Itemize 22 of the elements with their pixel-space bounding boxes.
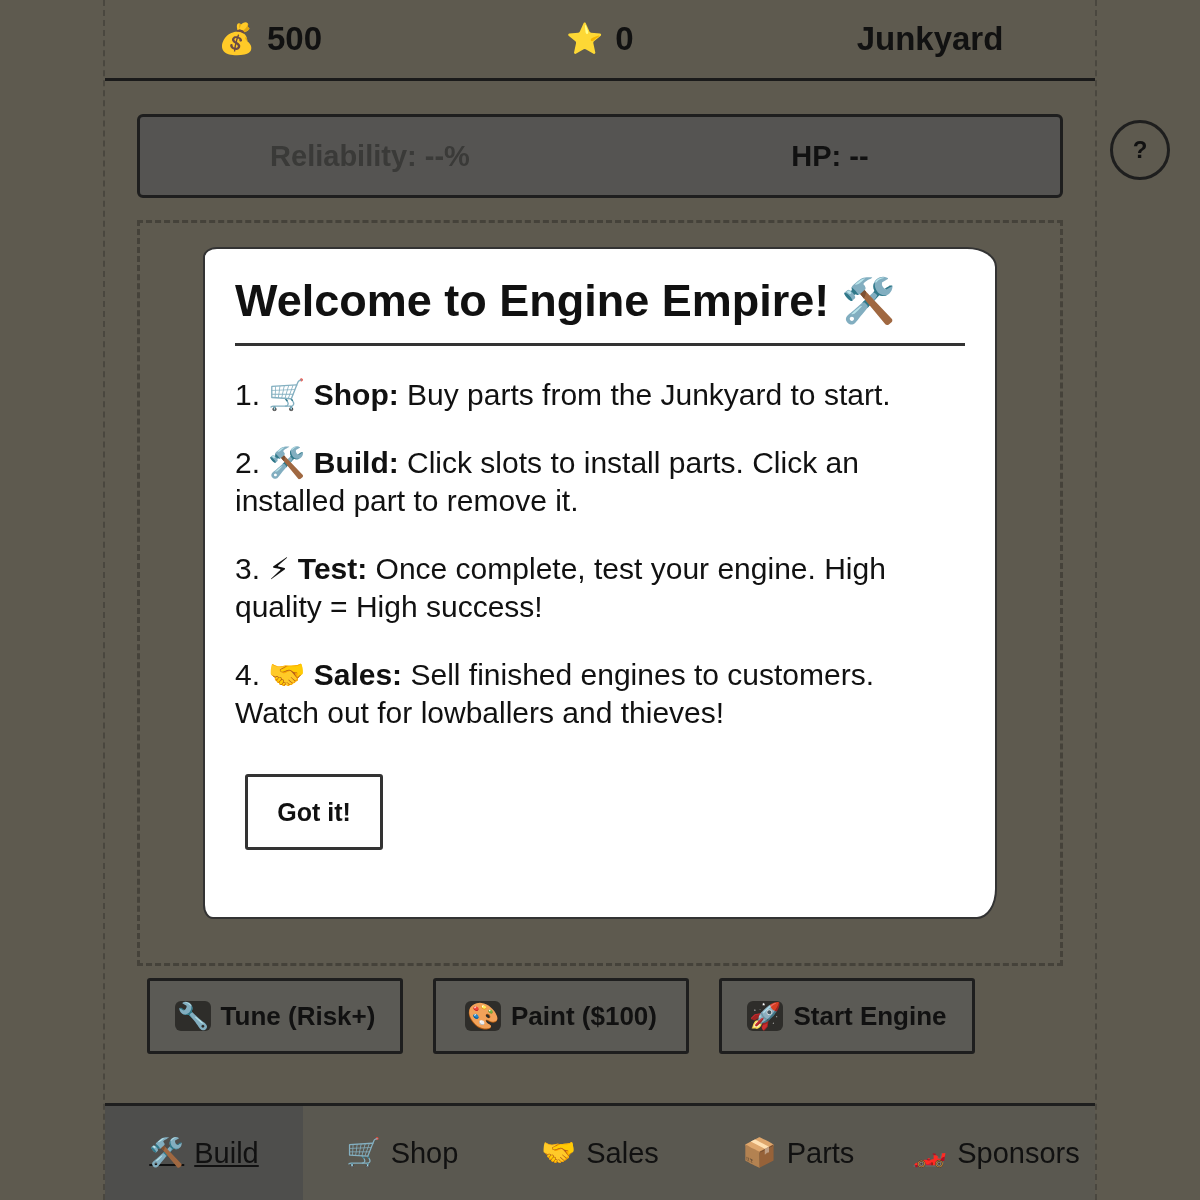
- instruction-text: 4. 🤝 Sales: Sell finished engines to customers. Watch out for lowballers and thieves!: [235, 657, 876, 731]
- action-button[interactable]: 🚀 Start Engine: [719, 978, 975, 1054]
- instruction-text: 3. ⚡ Test: Once complete, test your engine. High quality = High success!: [235, 551, 887, 625]
- hp-label: HP: --: [790, 139, 870, 173]
- action-button[interactable]: 🎨 Paint ($100): [433, 978, 689, 1054]
- nav-tab[interactable]: 📦 Parts: [699, 1106, 897, 1200]
- nav-tab[interactable]: 🏎 Sponsors: [897, 1106, 1095, 1200]
- action-button[interactable]: 🔧 Tune (Risk+): [147, 978, 403, 1054]
- stat-value: 500: [266, 20, 323, 58]
- stat-icon: 💰: [217, 24, 255, 54]
- help-button[interactable]: ?: [1110, 120, 1170, 180]
- instruction-text: 2. 🛠 Build: Click slots to install parts. Click an installed part to remove it.: [235, 445, 860, 519]
- stat-value: 0: [615, 20, 634, 58]
- stat-icon: ⭐: [566, 24, 604, 54]
- tools-icon: 🛠: [841, 279, 897, 323]
- instruction-text: 1. 🛒 Shop: Buy parts from the Junkyard to start.: [235, 377, 892, 413]
- location-label: Junkyard: [856, 20, 1004, 58]
- nav-tab[interactable]: 🛠 Build: [105, 1106, 303, 1200]
- nav-tab[interactable]: 🛒 Shop: [303, 1106, 501, 1200]
- got-it-button[interactable]: Got it!: [245, 774, 383, 850]
- dialog-title: Welcome to Engine Empire!: [235, 275, 830, 327]
- nav-tab[interactable]: 🤝 Sales: [501, 1106, 699, 1200]
